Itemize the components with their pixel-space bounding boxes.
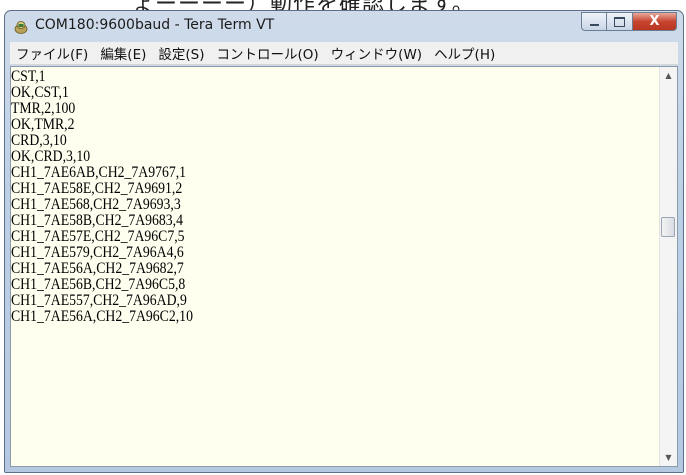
vertical-scrollbar[interactable]: ▲ ▼ <box>659 67 677 466</box>
arrow-down-icon: ▼ <box>665 453 672 462</box>
caption-buttons: X <box>581 12 677 32</box>
scroll-up-button[interactable]: ▲ <box>660 67 677 84</box>
minimize-icon <box>589 23 599 26</box>
terminal-line: CH1_7AE56B,CH2_7A96C5,8 <box>11 276 186 293</box>
terminal-line: CH1_7AE557,CH2_7A96AD,9 <box>11 292 187 309</box>
terminal-line: CH1_7AE56A,CH2_7A96C2,10 <box>11 308 193 325</box>
menu-help[interactable]: ヘルプ(H) <box>428 43 501 63</box>
close-button[interactable]: X <box>633 12 677 31</box>
menu-edit[interactable]: 編集(E) <box>94 43 152 63</box>
window-title: COM180:9600baud - Tera Term VT <box>35 17 275 33</box>
terminal-line: TMR,2,100 <box>11 100 76 117</box>
terminal-line: CH1_7AE58E,CH2_7A9691,2 <box>11 180 183 197</box>
maximize-icon <box>614 16 625 27</box>
minimize-button[interactable] <box>581 12 607 31</box>
arrow-up-icon: ▲ <box>665 71 672 80</box>
terminal-line: OK,CST,1 <box>11 84 69 101</box>
menu-window[interactable]: ウィンドウ(W) <box>325 43 428 63</box>
terminal-line: CST,1 <box>11 69 46 85</box>
menu-file[interactable]: ファイル(F) <box>10 43 94 63</box>
terminal-line: OK,TMR,2 <box>11 116 75 133</box>
title-bar[interactable]: COM180:9600baud - Tera Term VT X <box>5 11 683 41</box>
tera-term-icon <box>14 21 28 34</box>
terminal-line: CH1_7AE568,CH2_7A9693,3 <box>11 196 181 213</box>
terminal-line: CRD,3,10 <box>11 132 67 149</box>
menu-setup[interactable]: 設定(S) <box>152 43 210 63</box>
terminal-line: CH1_7AE6AB,CH2_7A9767,1 <box>11 164 187 181</box>
terminal-area[interactable]: CST,1 OK,CST,1 TMR,2,100 OK,TMR,2 CRD,3,… <box>10 66 678 467</box>
menu-control[interactable]: コントロール(O) <box>211 43 325 63</box>
menu-bar: ファイル(F) 編集(E) 設定(S) コントロール(O) ウィンドウ(W) ヘ… <box>10 42 678 65</box>
terminal-line: OK,CRD,3,10 <box>11 148 91 165</box>
scrollbar-thumb[interactable] <box>661 217 675 237</box>
terminal-output[interactable]: CST,1 OK,CST,1 TMR,2,100 OK,TMR,2 CRD,3,… <box>11 69 659 464</box>
maximize-button[interactable] <box>607 12 633 31</box>
terminal-line: CH1_7AE57E,CH2_7A96C7,5 <box>11 228 185 245</box>
tera-term-window: COM180:9600baud - Tera Term VT X ファイル(F)… <box>4 10 684 473</box>
terminal-line: CH1_7AE56A,CH2_7A9682,7 <box>11 260 184 277</box>
terminal-line: CH1_7AE579,CH2_7A96A4,6 <box>11 244 184 261</box>
terminal-line: CH1_7AE58B,CH2_7A9683,4 <box>11 212 184 229</box>
scroll-down-button[interactable]: ▼ <box>660 449 677 466</box>
close-icon: X <box>649 14 660 29</box>
